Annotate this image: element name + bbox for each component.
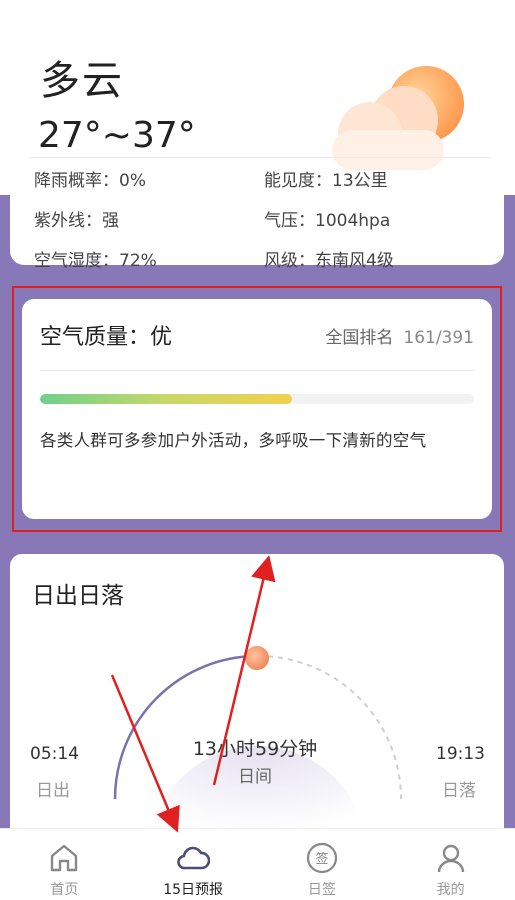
nav-label-daily-sign: 日签 xyxy=(307,882,336,898)
visibility: 能见度：13公里 xyxy=(264,170,388,191)
sunrise-time: 05:14 xyxy=(30,744,79,764)
sunrise-label: 日出 xyxy=(36,781,70,801)
rain-probability: 降雨概率：0% xyxy=(34,170,146,191)
sunset-time: 19:13 xyxy=(436,744,485,764)
highlight-box xyxy=(12,286,502,532)
temperature-range: 27°~37° xyxy=(38,115,196,156)
wind-level: 风级：东南风4级 xyxy=(264,250,394,271)
nav-label-forecast: 15日预报 xyxy=(163,882,224,898)
nav-item-home[interactable]: 首页 xyxy=(0,829,129,900)
home-icon xyxy=(51,844,78,872)
bottom-nav: 首页 15日预报 签 日签 我的 xyxy=(0,828,515,900)
cloud-icon xyxy=(177,846,211,870)
nav-label-home: 首页 xyxy=(50,882,79,898)
sun-card-title: 日出日落 xyxy=(32,583,124,609)
sign-icon: 签 xyxy=(306,842,337,874)
day-length-label: 日间 xyxy=(238,767,272,787)
nav-label-profile: 我的 xyxy=(436,882,465,898)
weather-condition: 多云 xyxy=(40,58,124,104)
sun-position-icon xyxy=(245,646,269,670)
sunset-label: 日落 xyxy=(442,781,476,801)
uv-index: 紫外线：强 xyxy=(34,210,119,231)
user-icon xyxy=(437,844,464,873)
day-length: 13小时59分钟 xyxy=(192,738,318,760)
humidity: 空气湿度：72% xyxy=(34,250,157,271)
nav-item-profile[interactable]: 我的 xyxy=(386,829,515,900)
partly-cloudy-icon xyxy=(332,60,472,170)
weather-card: 多云 27°~37° 降雨概率：0% 能见度：13公里 紫外线：强 气压：100… xyxy=(10,0,504,271)
nav-item-forecast[interactable]: 15日预报 xyxy=(129,829,258,900)
weather-details: 降雨概率：0% 能见度：13公里 紫外线：强 气压：1004hpa 空气湿度：7… xyxy=(34,158,494,278)
nav-item-daily-sign[interactable]: 签 日签 xyxy=(258,829,387,900)
svg-text:签: 签 xyxy=(315,851,328,867)
sunrise-sunset-card: 日出日落 05:14 日出 19:13 日落 13小时59分钟 日间 xyxy=(10,554,504,854)
pressure: 气压：1004hpa xyxy=(264,210,391,231)
